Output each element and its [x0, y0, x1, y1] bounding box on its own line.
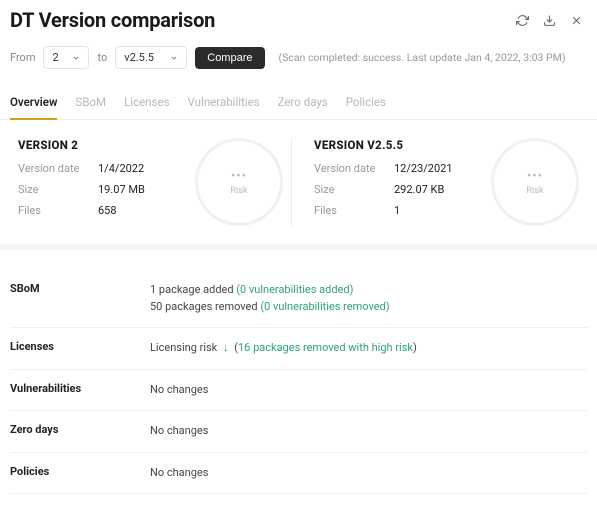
tab-vulnerabilities[interactable]: Vulnerabilities	[188, 87, 260, 119]
version-left-heading: VERSION 2	[18, 138, 181, 152]
summary-licenses-label: Licenses	[10, 340, 150, 357]
licenses-text-c: )	[413, 341, 417, 354]
summary-policies-value: No changes	[150, 465, 587, 482]
ellipsis-icon: •••	[527, 169, 543, 184]
summary-row-policies: Policies No changes	[10, 453, 587, 495]
to-select-value: v2.5.5	[124, 51, 154, 64]
tab-policies[interactable]: Policies	[346, 87, 386, 119]
page-title: DT Version comparison	[10, 8, 215, 32]
compare-button[interactable]: Compare	[195, 47, 264, 69]
from-select-value: 2	[52, 51, 58, 64]
sbom-line1-text: 1 package added	[150, 283, 236, 296]
licenses-link[interactable]: 16 packages removed with high risk	[238, 341, 413, 354]
arrow-down-icon: ↓	[220, 340, 232, 357]
right-size-label: Size	[314, 183, 394, 196]
chevron-down-icon	[72, 54, 80, 62]
to-select[interactable]: v2.5.5	[115, 46, 187, 69]
chevron-down-icon	[170, 54, 178, 62]
summary-section: SBoM 1 package added (0 vulnerabilities …	[0, 250, 597, 504]
left-size-value: 19.07 MB	[98, 183, 145, 196]
right-date-label: Version date	[314, 162, 394, 175]
tab-overview[interactable]: Overview	[10, 87, 57, 119]
close-icon[interactable]	[570, 14, 583, 27]
summary-row-vulnerabilities: Vulnerabilities No changes	[10, 370, 587, 412]
version-left-col: VERSION 2 Version date1/4/2022 Size19.07…	[10, 138, 291, 226]
ellipsis-icon: •••	[231, 169, 247, 184]
tab-licenses[interactable]: Licenses	[124, 87, 169, 119]
to-label: to	[97, 51, 107, 64]
right-files-label: Files	[314, 204, 394, 217]
scan-status: (Scan completed: success. Last update Ja…	[279, 51, 566, 64]
sbom-removed-link[interactable]: (0 vulnerabilities removed)	[260, 300, 389, 313]
left-date-label: Version date	[18, 162, 98, 175]
download-icon[interactable]	[543, 14, 556, 27]
left-risk-ring: ••• Risk	[195, 138, 283, 226]
from-select[interactable]: 2	[43, 46, 89, 69]
summary-vuln-label: Vulnerabilities	[10, 382, 150, 399]
summary-vuln-value: No changes	[150, 382, 587, 399]
licenses-text-a: Licensing risk	[150, 341, 220, 354]
version-right-heading: VERSION V2.5.5	[314, 138, 477, 152]
right-files-value: 1	[394, 204, 400, 217]
compare-grid: VERSION 2 Version date1/4/2022 Size19.07…	[0, 120, 597, 250]
summary-sbom-label: SBoM	[10, 282, 150, 315]
sbom-added-link[interactable]: (0 vulnerabilities added)	[236, 283, 353, 296]
tab-zero-days[interactable]: Zero days	[278, 87, 328, 119]
tabs: Overview SBoM Licenses Vulnerabilities Z…	[0, 87, 597, 120]
summary-row-licenses: Licenses Licensing risk ↓ (16 packages r…	[10, 328, 587, 370]
left-files-value: 658	[98, 204, 117, 217]
left-risk-label: Risk	[231, 186, 248, 196]
left-date-value: 1/4/2022	[98, 162, 144, 175]
controls-row: From 2 to v2.5.5 Compare (Scan completed…	[0, 38, 597, 87]
summary-policies-label: Policies	[10, 465, 150, 482]
right-date-value: 12/23/2021	[394, 162, 453, 175]
right-risk-label: Risk	[527, 186, 544, 196]
left-files-label: Files	[18, 204, 98, 217]
right-size-value: 292.07 KB	[394, 183, 444, 196]
summary-zero-value: No changes	[150, 423, 587, 440]
summary-row-sbom: SBoM 1 package added (0 vulnerabilities …	[10, 270, 587, 328]
summary-row-zero-days: Zero days No changes	[10, 411, 587, 453]
tab-sbom[interactable]: SBoM	[75, 87, 106, 119]
refresh-icon[interactable]	[516, 14, 529, 27]
summary-zero-label: Zero days	[10, 423, 150, 440]
version-right-col: VERSION V2.5.5 Version date12/23/2021 Si…	[291, 138, 587, 226]
left-size-label: Size	[18, 183, 98, 196]
header-actions	[516, 14, 583, 27]
from-label: From	[10, 51, 35, 64]
sbom-line2-text: 50 packages removed	[150, 300, 260, 313]
right-risk-ring: ••• Risk	[491, 138, 579, 226]
